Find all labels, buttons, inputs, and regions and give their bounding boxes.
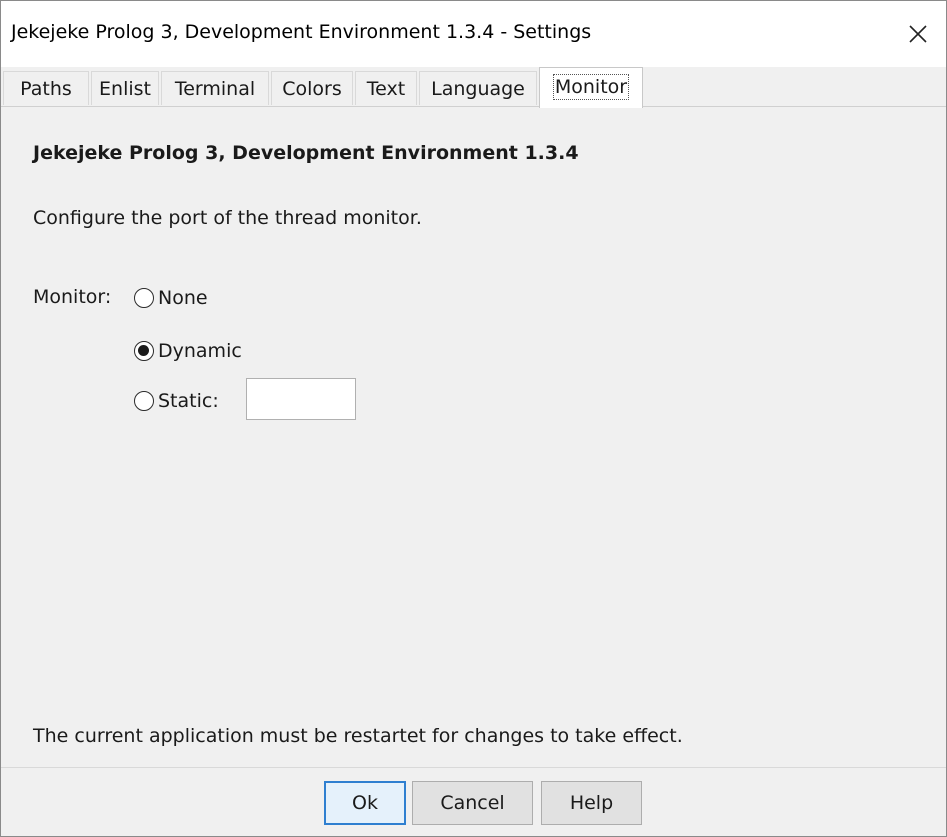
settings-dialog: Jekejeke Prolog 3, Development Environme…: [0, 0, 947, 837]
title-bar: Jekejeke Prolog 3, Development Environme…: [1, 1, 946, 67]
window-title: Jekejeke Prolog 3, Development Environme…: [11, 21, 592, 43]
static-port-input[interactable]: [246, 378, 356, 420]
panel-description: Configure the port of the thread monitor…: [33, 207, 422, 229]
monitor-panel: Jekejeke Prolog 3, Development Environme…: [1, 107, 946, 767]
close-button[interactable]: [890, 1, 946, 67]
tab-enlist[interactable]: Enlist: [91, 71, 159, 105]
button-bar: Ok Cancel Help: [1, 767, 946, 836]
radio-static-circle[interactable]: [134, 391, 154, 411]
tab-label: Monitor: [552, 74, 630, 100]
cancel-button[interactable]: Cancel: [412, 781, 533, 825]
tab-terminal[interactable]: Terminal: [161, 71, 269, 105]
radio-none-circle[interactable]: [134, 288, 154, 308]
tab-label: Language: [431, 78, 525, 100]
restart-note: The current application must be restarte…: [33, 725, 683, 747]
tab-paths[interactable]: Paths: [3, 71, 89, 105]
radio-none-label: None: [158, 287, 208, 309]
monitor-label: Monitor:: [33, 286, 112, 308]
tab-bar: Paths Enlist Terminal Colors Text Langua…: [1, 67, 946, 108]
tab-label: Text: [366, 78, 406, 100]
tab-text[interactable]: Text: [355, 71, 417, 105]
tab-label: Enlist: [99, 78, 151, 100]
radio-static-label: Static:: [158, 390, 219, 412]
radio-static[interactable]: Static:: [134, 390, 219, 412]
close-icon: [909, 25, 927, 43]
help-button[interactable]: Help: [541, 781, 642, 825]
radio-dynamic-circle[interactable]: [134, 341, 154, 361]
ok-button[interactable]: Ok: [324, 781, 406, 825]
tab-label: Terminal: [174, 78, 256, 100]
tab-monitor[interactable]: Monitor: [539, 67, 643, 108]
panel-heading: Jekejeke Prolog 3, Development Environme…: [33, 142, 579, 164]
radio-dynamic-label: Dynamic: [158, 340, 242, 362]
tab-label: Paths: [20, 78, 72, 100]
tab-colors[interactable]: Colors: [271, 71, 353, 105]
tab-label: Colors: [282, 78, 342, 100]
tab-language[interactable]: Language: [419, 71, 537, 105]
radio-dynamic[interactable]: Dynamic: [134, 340, 242, 362]
radio-none[interactable]: None: [134, 287, 208, 309]
